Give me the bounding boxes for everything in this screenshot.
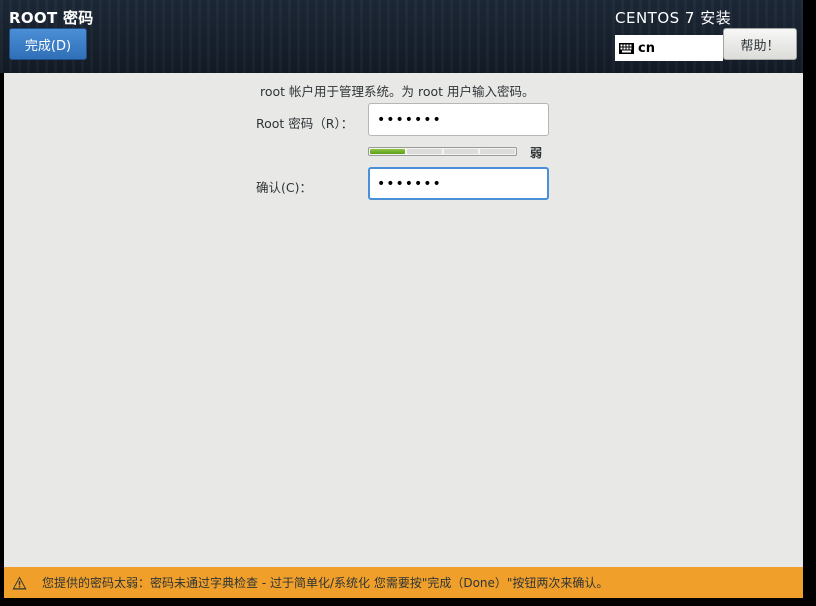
content-area: root 帐户用于管理系统。为 root 用户输入密码。 Root 密码（R）：… [4, 73, 803, 539]
strength-segment [406, 149, 442, 154]
strength-segment [370, 149, 405, 154]
warning-strip[interactable]: 您提供的密码太弱：密码未通过字典检查 - 过于简单化/系统化 您需要按"完成（D… [4, 567, 803, 598]
warning-bar: 您提供的密码太弱：密码未通过字典检查 - 过于简单化/系统化 您需要按"完成（D… [4, 539, 803, 598]
root-password-input[interactable] [368, 103, 549, 136]
warning-message: 您提供的密码太弱：密码未通过字典检查 - 过于简单化/系统化 您需要按"完成（D… [42, 576, 609, 590]
root-password-label: Root 密码（R）： [256, 116, 354, 131]
keyboard-icon [619, 42, 634, 54]
warning-triangle-icon [12, 576, 27, 589]
done-button[interactable]: 完成(D) [9, 28, 87, 60]
product-title: CENTOS 7 安装 [615, 9, 732, 27]
keyboard-layout-indicator[interactable]: cn [615, 35, 723, 61]
strength-segment [480, 149, 515, 154]
confirm-password-label: 确认(C)： [256, 180, 312, 195]
confirm-password-input[interactable] [368, 167, 549, 200]
header-bar: ROOT 密码 完成(D) CENTOS 7 安装 cn 帮助！ [0, 0, 803, 73]
form-description: root 帐户用于管理系统。为 root 用户输入密码。 [260, 84, 535, 99]
keyboard-layout-code: cn [638, 40, 655, 56]
strength-segment [443, 149, 479, 154]
spoke-title: ROOT 密码 [9, 9, 94, 27]
help-button[interactable]: 帮助！ [723, 28, 797, 60]
password-strength-bar [368, 147, 517, 156]
password-strength-label: 弱 [530, 146, 543, 160]
